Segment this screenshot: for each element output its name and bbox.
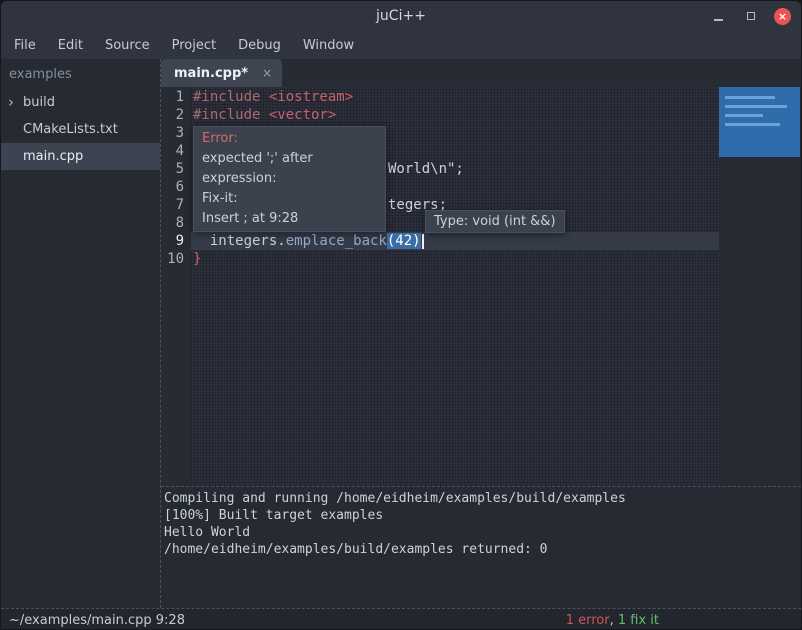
menu-project[interactable]: Project	[161, 34, 227, 57]
menu-debug[interactable]: Debug	[227, 34, 292, 57]
diagnostic-tooltip: Error: expected ';' after expression: Fi…	[193, 126, 386, 232]
tree-item-label: CMakeLists.txt	[23, 122, 118, 137]
maximize-button[interactable]	[742, 8, 759, 25]
code-segment: <iostream>	[269, 89, 353, 105]
code-segment: <vector>	[269, 107, 336, 123]
main-panel: main.cpp* × 12345678910 #include <iostre…	[161, 59, 801, 608]
window-controls: ×	[710, 1, 791, 31]
tree-item-main-cpp[interactable]: main.cpp	[1, 143, 160, 170]
output-line: /home/eidheim/examples/build/examples re…	[164, 541, 801, 558]
minimap-code-line	[725, 123, 780, 126]
output-line: Compiling and running /home/eidheim/exam…	[164, 490, 801, 507]
sidebar: examples › build CMakeLists.txt main.cpp	[1, 59, 161, 608]
line-number: 1	[161, 88, 191, 106]
content-area: examples › build CMakeLists.txt main.cpp ma…	[1, 59, 801, 608]
minimap-code-line	[725, 96, 775, 99]
line-number: 7	[161, 196, 191, 214]
tree-item-label: build	[23, 95, 55, 110]
tab-close-icon[interactable]: ×	[262, 66, 272, 80]
project-name: examples	[1, 59, 160, 89]
menu-file[interactable]: File	[3, 34, 47, 57]
line-number: 8	[161, 214, 191, 232]
status-fixit-count: 1 fix it	[618, 613, 659, 628]
menu-source[interactable]: Source	[94, 34, 161, 57]
line-number: 5	[161, 160, 191, 178]
tab-label: main.cpp*	[174, 66, 248, 81]
editor-right-margin	[719, 87, 801, 486]
text-cursor	[422, 234, 424, 249]
code-segment: #include	[193, 89, 269, 105]
code-line-9[interactable]: integers.emplace_back(42)	[191, 232, 719, 250]
menu-edit[interactable]: Edit	[47, 34, 94, 57]
type-tooltip: Type: void (int &&)	[425, 210, 565, 233]
code-line-10[interactable]: }	[191, 250, 719, 268]
line-number: 3	[161, 124, 191, 142]
status-error-count: 1 error	[566, 613, 610, 628]
tree-item-build[interactable]: › build	[1, 89, 160, 116]
status-diagnostics: 1 error, 1 fix it	[566, 613, 659, 628]
tree-item-cmakelists-txt[interactable]: CMakeLists.txt	[1, 116, 160, 143]
maximize-icon	[747, 12, 755, 20]
code-segment: (42)	[387, 233, 421, 249]
diagnostic-error-title: Error:	[202, 129, 377, 149]
status-file-position: ~/examples/main.cpp 9:28	[9, 613, 185, 628]
title-bar: juCi++ ×	[1, 1, 801, 31]
app-window: juCi++ × FileEditSourceProjectDebugWindo…	[0, 0, 802, 630]
output-line: [100%] Built target examples	[164, 507, 801, 524]
menu-bar: FileEditSourceProjectDebugWindow	[1, 31, 801, 59]
minimap-code-line	[725, 114, 763, 117]
minimap-code-line	[725, 105, 787, 108]
line-numbers: 12345678910	[161, 87, 191, 486]
file-tree: › build CMakeLists.txt main.cpp	[1, 89, 160, 170]
minimize-icon	[714, 19, 723, 21]
menu-window[interactable]: Window	[292, 34, 365, 57]
line-number: 6	[161, 178, 191, 196]
line-number: 4	[161, 142, 191, 160]
output-panel[interactable]: Compiling and running /home/eidheim/exam…	[161, 486, 801, 608]
status-separator: ,	[610, 613, 618, 628]
diagnostic-fixit-title: Fix-it:	[202, 189, 377, 209]
window-title: juCi++	[376, 8, 426, 24]
code-segment: emplace_back	[286, 233, 387, 249]
tree-item-label: main.cpp	[23, 149, 83, 164]
minimize-button[interactable]	[710, 8, 727, 25]
diagnostic-message: expected ';' after expression:	[202, 149, 377, 169]
chevron-right-icon[interactable]: ›	[8, 93, 14, 111]
code-segment: }	[193, 251, 201, 267]
output-line: Hello World	[164, 524, 801, 541]
code-line-2[interactable]: #include <vector>	[191, 106, 719, 124]
code-segment: #include	[193, 107, 269, 123]
tab-main-cpp[interactable]: main.cpp* ×	[161, 59, 282, 87]
minimap[interactable]	[719, 87, 800, 157]
line-number: 10	[161, 250, 191, 268]
diagnostic-fixit-text: Insert ; at 9:28	[202, 209, 377, 229]
status-bar: ~/examples/main.cpp 9:28 1 error, 1 fix …	[1, 608, 801, 630]
close-icon: ×	[778, 11, 787, 22]
tab-bar: main.cpp* ×	[161, 59, 801, 87]
line-number: 9	[161, 232, 191, 250]
code-segment: integers.	[193, 233, 286, 249]
close-button[interactable]: ×	[774, 8, 791, 25]
code-line-1[interactable]: #include <iostream>	[191, 88, 719, 106]
line-number: 2	[161, 106, 191, 124]
code-segment: World\n";	[388, 160, 464, 178]
editor[interactable]: 12345678910 #include <iostream>#include …	[161, 87, 801, 486]
